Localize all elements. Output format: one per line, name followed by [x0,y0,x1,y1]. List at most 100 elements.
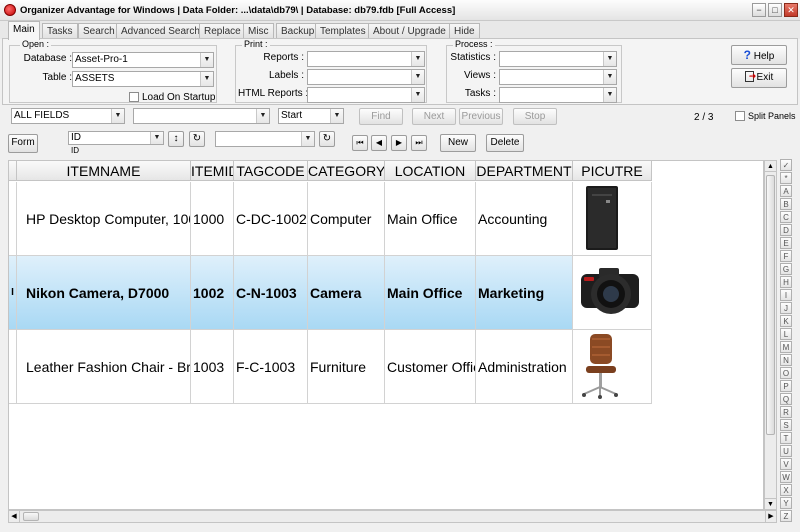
cell-category[interactable]: Computer [308,182,385,256]
alpha-index-h[interactable]: H [780,276,792,288]
search-field-select[interactable]: ALL FIELDS ▼ [11,108,125,124]
cell-location[interactable]: Customer Office [385,330,476,404]
column-header-tagcode[interactable]: TAGCODE [234,161,308,181]
column-header-location[interactable]: LOCATION [385,161,476,181]
cell-picture[interactable] [573,256,652,330]
refresh-icon[interactable]: ↻ [319,131,335,147]
alpha-index-k[interactable]: K [780,315,792,327]
cell-itemname[interactable]: HP Desktop Computer, 1000 [17,182,191,256]
cell-tagcode[interactable]: F-C-1003 [234,330,308,404]
scroll-down-icon[interactable]: ▼ [765,498,776,509]
column-header-itemname[interactable]: ITEMNAME [17,161,191,181]
cell-category[interactable]: Furniture [308,330,385,404]
sort-field-select[interactable]: ID ▼ [68,131,164,145]
cell-location[interactable]: Main Office [385,256,476,330]
views-select[interactable]: ▼ [499,69,617,85]
tab-backup[interactable]: Backup [276,23,320,39]
cell-tagcode[interactable]: C-DC-1002 [234,182,308,256]
alpha-index-x[interactable]: X [780,484,792,496]
horizontal-scroll-thumb[interactable] [23,512,39,521]
first-record-button[interactable]: ⏮ [352,135,368,151]
cell-itemname[interactable]: Leather Fashion Chair - Br [17,330,191,404]
alpha-index-i[interactable]: I [780,289,792,301]
cell-department[interactable]: Accounting [476,182,573,256]
refresh-icon[interactable]: ↻ [189,131,205,147]
delete-button[interactable]: Delete [486,134,524,152]
table-row[interactable]: HP Desktop Computer, 1000 1000 C-DC-1002… [9,182,652,256]
alpha-index-s[interactable]: S [780,419,792,431]
vertical-scroll-thumb[interactable] [766,175,775,435]
alpha-index-r[interactable]: R [780,406,792,418]
tab-tasks[interactable]: Tasks [42,23,78,39]
exit-button[interactable]: ➜ Exit [731,68,787,88]
alpha-index-t[interactable]: T [780,432,792,444]
vertical-scrollbar[interactable]: ▲ ▼ [764,160,777,510]
cell-itemid[interactable]: 1002 [191,256,234,330]
alpha-index-l[interactable]: L [780,328,792,340]
split-panels-checkbox[interactable] [735,111,745,121]
alpha-index-u[interactable]: U [780,445,792,457]
scroll-right-icon[interactable]: ▶ [765,511,776,522]
tab-replace[interactable]: Replace [199,23,246,39]
previous-record-button[interactable]: ◀ [371,135,387,151]
alpha-index-o[interactable]: O [780,367,792,379]
alpha-index-b[interactable]: B [780,198,792,210]
alpha-index-a[interactable]: A [780,185,792,197]
column-header-picture[interactable]: PICUTRE [573,161,652,181]
cell-tagcode[interactable]: C-N-1003 [234,256,308,330]
tab-misc[interactable]: Misc [243,23,274,39]
cell-itemname[interactable]: Nikon Camera, D7000 [17,256,191,330]
form-button[interactable]: Form [8,134,38,153]
horizontal-scrollbar[interactable]: ◀ ▶ [8,510,777,523]
table-row-selected[interactable]: I Nikon Camera, D7000 1002 C-N-1003 Came… [9,256,652,330]
scroll-up-icon[interactable]: ▲ [765,161,776,172]
next-button[interactable]: Next [412,108,456,125]
maximize-button[interactable]: □ [768,3,782,17]
filter-select[interactable]: ▼ [215,131,315,147]
cell-department[interactable]: Marketing [476,256,573,330]
next-record-button[interactable]: ▶ [391,135,407,151]
scroll-left-icon[interactable]: ◀ [9,511,20,522]
alpha-index-z[interactable]: Z [780,510,792,522]
match-select[interactable]: Start ▼ [278,108,344,124]
tab-templates[interactable]: Templates [315,23,371,39]
last-record-button[interactable]: ⏭ [411,135,427,151]
tab-about-upgrade[interactable]: About / Upgrade [368,23,451,39]
cell-category[interactable]: Camera [308,256,385,330]
alpha-index-j[interactable]: J [780,302,792,314]
statistics-select[interactable]: ▼ [499,51,617,67]
cell-picture[interactable] [573,330,652,404]
tab-hide[interactable]: Hide [449,23,480,39]
column-header-itemid[interactable]: ITEMID [191,161,234,181]
tasks-select[interactable]: ▼ [499,87,617,103]
labels-select[interactable]: ▼ [307,69,425,85]
cell-department[interactable]: Administration [476,330,573,404]
column-header-department[interactable]: DEPARTMENT [476,161,573,181]
cell-itemid[interactable]: 1000 [191,182,234,256]
cell-picture[interactable] [573,182,652,256]
html-reports-select[interactable]: ▼ [307,87,425,103]
close-button[interactable]: ✕ [784,3,798,17]
tab-main[interactable]: Main [8,21,40,40]
database-select[interactable]: Asset-Pro-1 ▼ [72,52,214,68]
help-button[interactable]: ? Help [731,45,787,65]
find-button[interactable]: Find [359,108,403,125]
records-grid[interactable]: ITEMNAME ITEMID TAGCODE CATEGORY LOCATIO… [8,160,764,510]
previous-button[interactable]: Previous [459,108,503,125]
search-text-input[interactable]: ▼ [133,108,270,124]
cell-location[interactable]: Main Office [385,182,476,256]
minimize-button[interactable]: − [752,3,766,17]
alpha-index-m[interactable]: M [780,341,792,353]
reports-select[interactable]: ▼ [307,51,425,67]
sort-icon[interactable]: ↕ [168,131,184,147]
alpha-index-q[interactable]: Q [780,393,792,405]
alpha-index-v[interactable]: V [780,458,792,470]
alpha-index-g[interactable]: G [780,263,792,275]
new-button[interactable]: New [440,134,476,152]
alpha-index-n[interactable]: N [780,354,792,366]
column-header-category[interactable]: CATEGORY [308,161,385,181]
alpha-index-check[interactable]: ✓ [780,159,792,171]
table-select[interactable]: ASSETS ▼ [72,71,214,87]
table-row[interactable]: Leather Fashion Chair - Br 1003 F-C-1003… [9,330,652,404]
tab-search[interactable]: Search [78,23,120,39]
